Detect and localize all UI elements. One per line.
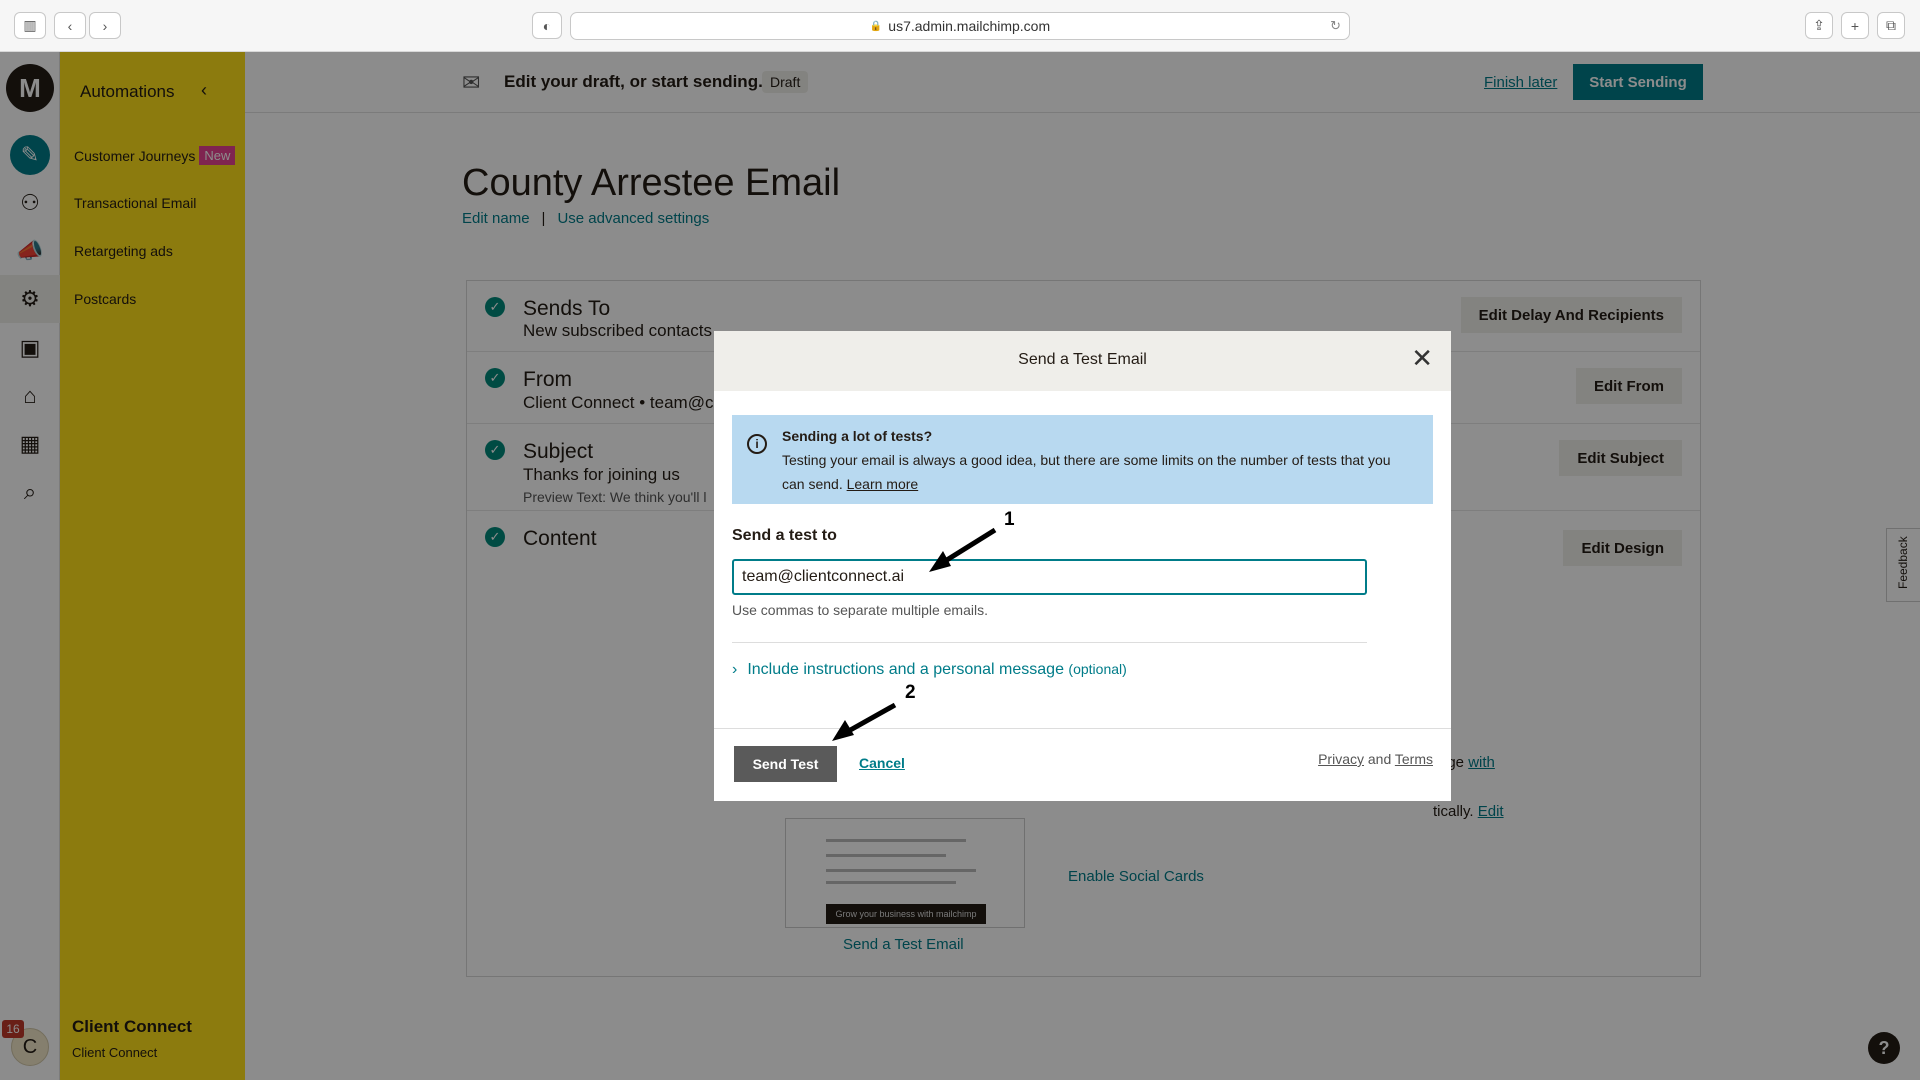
annotation-label-1: 1 (1004, 509, 1015, 530)
annotation-label-2: 2 (905, 682, 916, 703)
arrow-1-shaft (940, 527, 997, 566)
arrow-1-head (929, 551, 951, 572)
arrow-2-head (832, 720, 854, 741)
arrow-2-shaft (843, 702, 897, 736)
annotation-arrows (832, 527, 997, 741)
